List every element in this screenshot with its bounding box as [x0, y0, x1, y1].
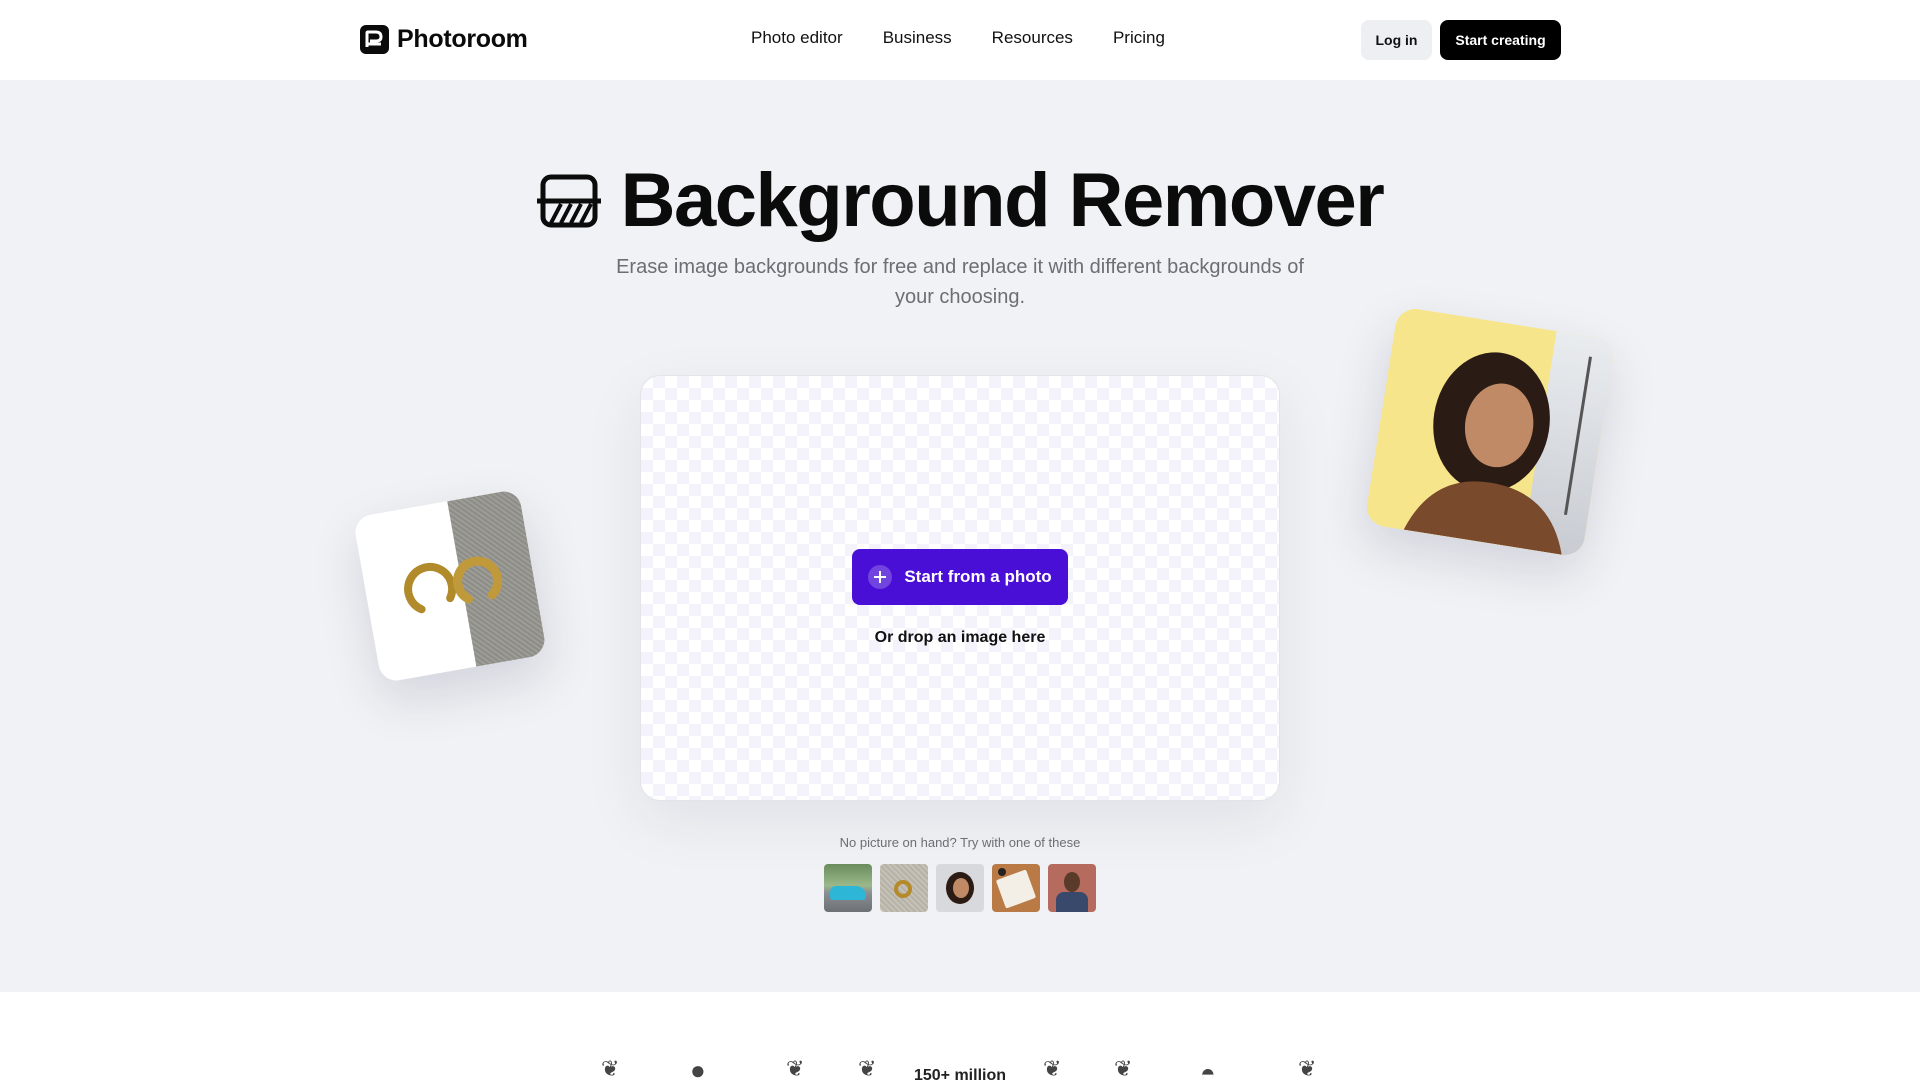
apple-icon: ● — [690, 1055, 706, 1080]
photoroom-logo-icon — [360, 25, 389, 54]
sample-man[interactable] — [1048, 864, 1096, 912]
nav-resources[interactable]: Resources — [992, 28, 1073, 48]
drop-hint: Or drop an image here — [874, 629, 1046, 646]
page-subtitle: Erase image backgrounds for free and rep… — [616, 256, 1304, 308]
earrings-preview-image — [352, 488, 548, 684]
sample-notebook[interactable] — [992, 864, 1040, 912]
start-from-photo-button[interactable]: Start from a photo — [852, 549, 1068, 605]
sample-woman[interactable] — [936, 864, 984, 912]
sample-images — [824, 864, 1096, 912]
start-creating-button[interactable]: Start creating — [1440, 20, 1561, 60]
laurel-icon: ❦ — [786, 1056, 805, 1080]
start-from-photo-label: Start from a photo — [904, 567, 1052, 586]
login-button[interactable]: Log in — [1361, 20, 1432, 60]
plus-icon — [868, 565, 893, 589]
top-nav-bar: Photoroom Photo editor Business Resource… — [0, 0, 1920, 80]
laurel-icon: ❦ — [858, 1056, 877, 1080]
samples-label: No picture on hand? Try with one of thes… — [839, 835, 1081, 850]
laurel-icon: ❦ — [1114, 1056, 1133, 1080]
nav-photo-editor[interactable]: Photo editor — [751, 28, 843, 48]
page-title: Background Remover — [620, 158, 1385, 243]
earrings-graphic — [404, 556, 503, 614]
brand-name: Photoroom — [397, 25, 528, 53]
nav-pricing[interactable]: Pricing — [1113, 28, 1165, 48]
main-nav: Photo editor Business Resources Pricing — [751, 28, 1165, 48]
woman-preview-image — [1364, 306, 1616, 558]
laurel-icon: ❦ — [601, 1056, 620, 1080]
brand-logo[interactable]: Photoroom — [360, 25, 528, 54]
laurel-icon: ❦ — [1298, 1056, 1317, 1080]
sample-car[interactable] — [824, 864, 872, 912]
woman-graphic — [1403, 352, 1592, 555]
background-remover-icon — [536, 174, 601, 228]
users-stat: 150+ million — [913, 1067, 1007, 1080]
nav-business[interactable]: Business — [883, 28, 952, 48]
sample-earrings[interactable] — [880, 864, 928, 912]
laurel-icon: ❦ — [1043, 1056, 1062, 1080]
android-icon: ◓ — [1200, 1058, 1216, 1080]
hero-heading: Background Remover — [0, 158, 1920, 244]
